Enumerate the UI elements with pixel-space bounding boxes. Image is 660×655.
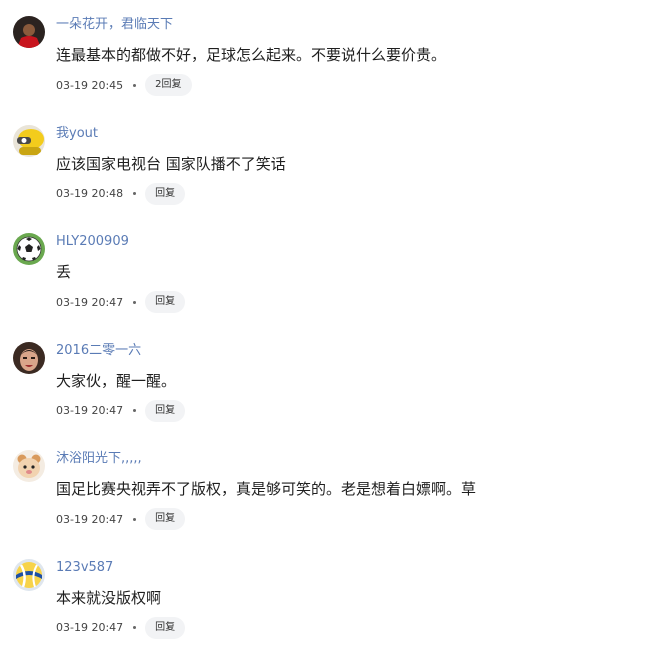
username[interactable]: 沐浴阳光下,,,,,: [56, 450, 142, 468]
reply-button[interactable]: 回复: [145, 291, 186, 313]
comment-meta: 03-19 20:47 回复: [56, 399, 186, 422]
avatar-soccer-ball-icon: [13, 233, 45, 265]
comment-time: 03-19 20:47: [56, 404, 124, 417]
comment-time: 03-19 20:47: [56, 621, 124, 634]
avatar-volleyball-icon: [13, 558, 45, 591]
comment-item: 一朵花开，君临天下 连最基本的都做不好，足球怎么起来。不要说什么要价贵。 03-…: [0, 0, 660, 109]
username[interactable]: 一朵花开，君临天下: [56, 16, 173, 34]
separator-dot: [133, 83, 137, 87]
username[interactable]: 我yout: [56, 125, 98, 143]
comment-item: 123v587 本来就没版权啊 03-19 20:47 回复: [0, 543, 660, 652]
comment-meta: 03-19 20:47 回复: [56, 508, 186, 530]
comment-text: 国足比赛央视弄不了版权，真是够可笑的。老是想着白嫖啊。草: [56, 480, 477, 498]
avatar-face-photo-icon: [13, 341, 45, 374]
comment-meta: 03-19 20:48 回复: [56, 182, 186, 205]
comment-meta: 03-19 20:47 回复: [56, 291, 186, 313]
comment-item: 2016二零一六 大家伙，醒一醒。 03-19 20:47 回复: [0, 326, 660, 435]
comment-time: 03-19 20:48: [56, 187, 124, 200]
comment-list: 一朵花开，君临天下 连最基本的都做不好，足球怎么起来。不要说什么要价贵。 03-…: [0, 0, 660, 651]
comment-time: 03-19 20:47: [56, 512, 124, 526]
comment-item: 沐浴阳光下,,,,, 国足比赛央视弄不了版权，真是够可笑的。老是想着白嫖啊。草 …: [0, 434, 660, 543]
avatar[interactable]: [13, 558, 45, 591]
comment-text: 连最基本的都做不好，足球怎么起来。不要说什么要价贵。: [56, 46, 447, 64]
comment-time: 03-19 20:45: [56, 78, 124, 92]
reply-button[interactable]: 回复: [145, 616, 186, 639]
comment-meta: 03-19 20:45 2回复: [56, 74, 192, 96]
reply-button[interactable]: 回复: [145, 182, 186, 205]
reply-button[interactable]: 回复: [145, 508, 186, 530]
comment-item: HLY200909 丢 03-19 20:47 回复: [0, 217, 660, 326]
reply-button[interactable]: 回复: [145, 399, 186, 422]
username[interactable]: 2016二零一六: [56, 342, 141, 360]
reply-button[interactable]: 2回复: [145, 74, 192, 96]
avatar-red-jersey-player-icon: [13, 16, 45, 48]
comment-text: 大家伙，醒一醒。: [56, 371, 177, 390]
comment-text: 丢: [56, 263, 72, 281]
comment-text: 应该国家电视台 国家队播不了笑话: [56, 154, 286, 173]
username[interactable]: HLY200909: [56, 233, 129, 251]
comment-meta: 03-19 20:47 回复: [56, 616, 186, 639]
avatar-yellow-character-icon: [13, 124, 45, 157]
separator-dot: [133, 626, 137, 629]
separator-dot: [133, 409, 137, 412]
avatar[interactable]: [13, 16, 45, 48]
avatar[interactable]: [13, 124, 45, 157]
comment-time: 03-19 20:47: [56, 295, 124, 309]
avatar[interactable]: [13, 450, 45, 482]
avatar[interactable]: [13, 341, 45, 374]
separator-dot: [133, 517, 137, 521]
comment-text: 本来就没版权啊: [56, 588, 162, 607]
avatar-cartoon-character-icon: [13, 450, 45, 482]
separator-dot: [133, 192, 137, 195]
avatar[interactable]: [13, 233, 45, 265]
comment-item: 我yout 应该国家电视台 国家队播不了笑话 03-19 20:48 回复: [0, 109, 660, 218]
username[interactable]: 123v587: [56, 559, 113, 577]
separator-dot: [133, 300, 137, 304]
